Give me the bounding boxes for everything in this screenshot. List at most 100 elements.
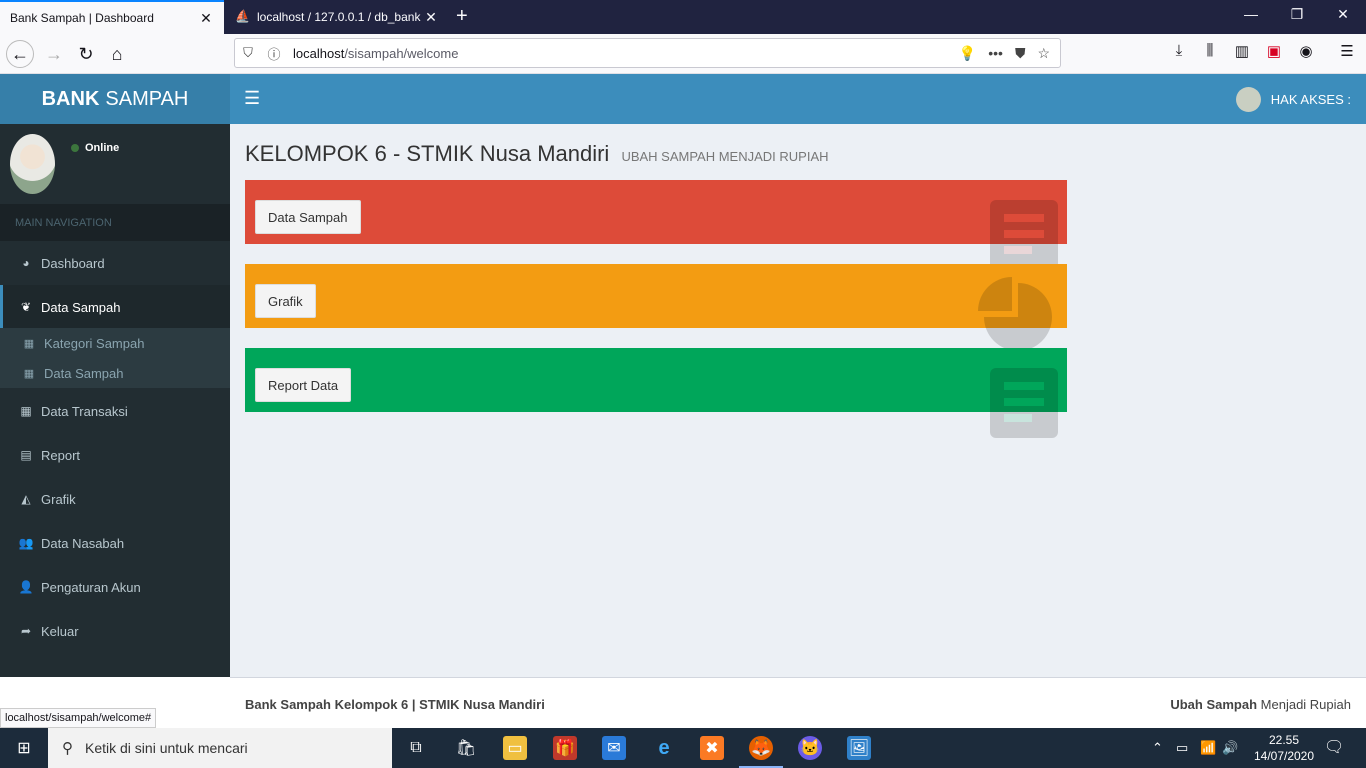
account-icon[interactable]: ◉ <box>1295 42 1317 60</box>
windows-start-icon[interactable]: ⊞ <box>0 728 48 768</box>
sidebar-item-report[interactable]: ▤ Report <box>0 433 230 477</box>
wifi-icon[interactable]: 📶 <box>1200 740 1216 756</box>
users-icon: 👥 <box>18 536 34 550</box>
main-content: KELOMPOK 6 - STMIK Nusa Mandiri UBAH SAM… <box>230 124 1366 677</box>
dashboard-icon: ◕ <box>22 256 30 270</box>
box-data-sampah: Data Sampah <box>245 180 1067 270</box>
new-tab-button[interactable]: + <box>456 5 468 28</box>
firefox-icon[interactable]: 🦊 <box>739 736 783 768</box>
pocket-icon[interactable]: ⛊ <box>1015 45 1026 62</box>
close-icon[interactable]: ✕ <box>423 9 439 26</box>
url-text[interactable]: localhost/sisampah/welcome <box>287 46 959 61</box>
data-sampah-button[interactable]: Data Sampah <box>255 200 361 234</box>
sidebar-item-pengaturan-akun[interactable]: 👤 Pengaturan Akun <box>0 565 230 609</box>
sidebar-subitem-data-sampah[interactable]: ▦ Data Sampah <box>0 358 230 388</box>
shield-icon[interactable]: ⛉ <box>235 45 261 61</box>
back-button[interactable]: ← <box>6 40 34 68</box>
url-bar[interactable]: ⛉ ⓘ localhost/sisampah/welcome 💡 ••• ⛊ ☆ <box>234 38 1061 68</box>
library-icon[interactable]: ⫼ <box>1199 42 1221 59</box>
page-subtitle: UBAH SAMPAH MENJADI RUPIAH <box>621 149 829 164</box>
tab-bank-sampah[interactable]: Bank Sampah | Dashboard ✕ <box>0 0 224 34</box>
box-report-data: Report Data <box>245 348 1067 438</box>
status-indicator: Online <box>71 142 119 154</box>
grid-icon: ▦ <box>23 337 35 350</box>
logo-rest: SAMPAH <box>105 87 189 110</box>
tab-phpmyadmin[interactable]: ⛵ localhost / 127.0.0.1 / db_bank ✕ <box>225 0 449 34</box>
lightbulb-icon[interactable]: 💡 <box>959 45 976 62</box>
pocket-save-icon[interactable]: ▣ <box>1263 42 1285 60</box>
box-grafik: Grafik <box>245 264 1067 351</box>
footer: Bank Sampah Kelompok 6 | STMIK Nusa Mand… <box>230 677 1366 728</box>
task-view-icon[interactable]: ⧉ <box>404 736 428 760</box>
photos-icon[interactable]: 🖼 <box>847 736 871 760</box>
notification-icon[interactable]: 🗨 <box>1324 737 1344 757</box>
browser-status-url: localhost/sisampah/welcome# <box>0 708 157 728</box>
sidebar-item-label: Data Sampah <box>41 299 121 315</box>
home-button[interactable]: ⌂ <box>103 40 131 68</box>
app-logo[interactable]: BANK SAMPAH <box>0 74 230 124</box>
sidebar-toggle-icon[interactable]: ▥ <box>1231 42 1253 60</box>
volume-icon[interactable]: 🔊 <box>1222 740 1238 756</box>
sidebar-item-label: Data Transaksi <box>41 403 128 419</box>
search-icon: ⚲ <box>62 740 73 757</box>
file-explorer-icon[interactable]: ▭ <box>503 736 527 760</box>
browser-tab-bar: Bank Sampah | Dashboard ✕ ⛵ localhost / … <box>0 0 1366 34</box>
windows-taskbar: ⊞ ⚲ Ketik di sini untuk mencari ⧉ 🛍 ▭ 🎁 … <box>0 728 1366 768</box>
sidebar: Online MAIN NAVIGATION ◕ Dashboard ❦ Dat… <box>0 124 230 677</box>
footer-right-text: Ubah Sampah Menjadi Rupiah <box>1170 697 1351 712</box>
close-icon[interactable]: ✕ <box>198 10 214 27</box>
page-title: KELOMPOK 6 - STMIK Nusa Mandiri UBAH SAM… <box>245 141 829 167</box>
reload-button[interactable]: ↻ <box>72 40 100 68</box>
sidebar-toggle-button[interactable]: ☰ <box>244 88 260 109</box>
sidebar-item-grafik[interactable]: ◭ Grafik <box>0 477 230 521</box>
bookmark-star-icon[interactable]: ☆ <box>1037 45 1050 62</box>
avatar <box>1235 87 1261 112</box>
restore-button[interactable]: ❐ <box>1274 6 1320 23</box>
url-host: localhost <box>293 45 345 61</box>
report-data-button[interactable]: Report Data <box>255 368 352 402</box>
tab-title: Bank Sampah | Dashboard <box>10 11 154 25</box>
sidebar-item-keluar[interactable]: ➦ Keluar <box>0 609 230 653</box>
area-chart-icon: ◭ <box>21 492 31 506</box>
info-icon[interactable]: ⓘ <box>261 44 287 63</box>
taskbar-clock[interactable]: 22.55 14/07/2020 <box>1248 732 1320 764</box>
github-icon[interactable]: 🐱 <box>798 736 822 760</box>
tab-title: localhost / 127.0.0.1 / db_bank <box>257 10 421 24</box>
sidebar-subitem-kategori-sampah[interactable]: ▦ Kategori Sampah <box>0 328 230 358</box>
page-title-text: KELOMPOK 6 - STMIK Nusa Mandiri <box>245 141 610 166</box>
sidebar-item-data-nasabah[interactable]: 👥 Data Nasabah <box>0 521 230 565</box>
more-icon[interactable]: ••• <box>988 45 1003 62</box>
gift-icon[interactable]: 🎁 <box>553 736 577 760</box>
document-icon <box>990 200 1058 270</box>
sidebar-item-data-sampah[interactable]: ❦ Data Sampah <box>0 285 230 329</box>
sidebar-item-dashboard[interactable]: ◕ Dashboard <box>0 241 230 285</box>
clock-time: 22.55 <box>1268 733 1300 747</box>
footer-right-bold: Ubah Sampah <box>1170 697 1258 712</box>
mail-icon[interactable]: ✉ <box>602 736 626 760</box>
user-icon: 👤 <box>18 580 34 594</box>
sidebar-subitem-label: Kategori Sampah <box>44 335 145 351</box>
edge-icon[interactable]: e <box>652 736 676 760</box>
xampp-icon[interactable]: ✖ <box>700 736 724 760</box>
store-icon[interactable]: 🛍 <box>454 736 478 760</box>
forward-button[interactable]: → <box>40 40 68 68</box>
sidebar-item-data-transaksi[interactable]: ▦ Data Transaksi <box>0 389 230 433</box>
leaf-icon: ❦ <box>20 300 32 314</box>
menu-icon[interactable]: ☰ <box>1336 42 1358 60</box>
minimize-button[interactable]: — <box>1228 6 1274 22</box>
chevron-up-icon[interactable]: ⌃ <box>1152 740 1163 756</box>
grafik-button[interactable]: Grafik <box>255 284 316 318</box>
close-window-button[interactable]: ✕ <box>1320 6 1366 23</box>
user-menu[interactable]: HAK AKSES : <box>1235 87 1351 112</box>
taskbar-search-input[interactable]: ⚲ Ketik di sini untuk mencari <box>48 728 392 768</box>
user-panel: Online <box>0 124 230 204</box>
sidebar-item-label: Dashboard <box>41 255 105 271</box>
battery-icon[interactable]: ▭ <box>1176 740 1188 756</box>
logo-bold: BANK <box>41 87 100 110</box>
clock-date: 14/07/2020 <box>1253 749 1315 763</box>
footer-left-text: Bank Sampah Kelompok 6 | STMIK Nusa Mand… <box>245 697 545 712</box>
sidebar-subitem-label: Data Sampah <box>44 365 124 381</box>
online-dot-icon <box>71 144 79 152</box>
nav-header: MAIN NAVIGATION <box>0 204 230 241</box>
downloads-icon[interactable]: ⤓ <box>1168 42 1190 59</box>
